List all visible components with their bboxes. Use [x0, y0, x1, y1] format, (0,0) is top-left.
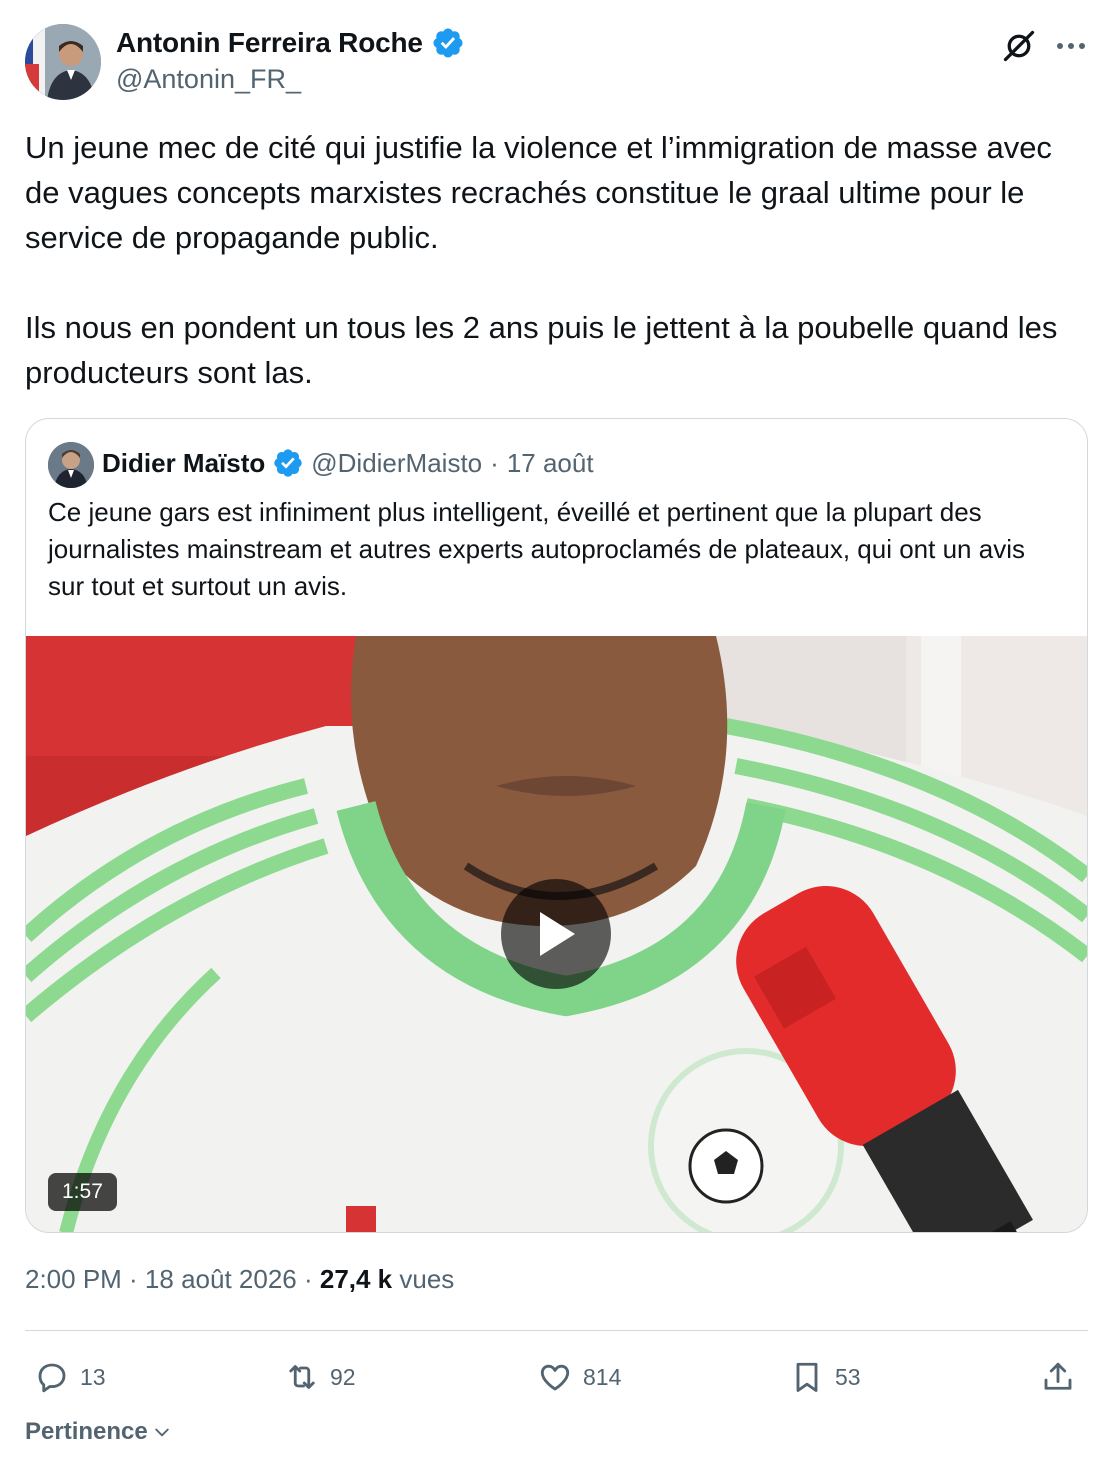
reply-count: 13 — [80, 1363, 106, 1390]
grok-icon[interactable] — [998, 26, 1040, 66]
author-name-text[interactable]: Antonin Ferreira Roche — [116, 27, 423, 59]
separator-dot: · — [490, 447, 499, 478]
author-avatar[interactable] — [25, 24, 101, 100]
chevron-down-icon — [154, 1428, 169, 1437]
quote-date[interactable]: 17 août — [507, 448, 594, 479]
repost-button[interactable]: 92 — [284, 1354, 356, 1400]
more-icon[interactable] — [1050, 26, 1092, 66]
sort-dropdown[interactable]: Pertinence — [25, 1418, 172, 1446]
repost-count: 92 — [330, 1363, 356, 1390]
bookmark-count: 53 — [835, 1363, 861, 1390]
like-count: 814 — [583, 1363, 622, 1390]
quoted-post[interactable]: Didier Maïsto @DidierMaisto · 17 août Ce… — [25, 418, 1088, 1233]
play-button[interactable] — [501, 879, 611, 989]
post-meta: 2:00 PM · 18 août 2026 · 27,4 k vues — [25, 1264, 454, 1295]
author-name[interactable]: Antonin Ferreira Roche — [116, 26, 465, 60]
post-paragraph: Ils nous en pondent un tous les 2 ans pu… — [25, 310, 1058, 390]
quote-author-avatar[interactable] — [48, 442, 94, 488]
like-button[interactable]: 814 — [537, 1354, 621, 1400]
views-count: 27,4 k — [319, 1264, 393, 1294]
post-text: Un jeune mec de cité qui justifie la vio… — [25, 125, 1090, 395]
bookmark-button[interactable]: 53 — [789, 1354, 861, 1400]
bookmark-icon — [796, 1362, 818, 1392]
reply-button[interactable]: 13 — [34, 1354, 106, 1400]
quote-author-handle[interactable]: @DidierMaisto — [311, 448, 482, 479]
avatar-photo — [48, 442, 94, 488]
views-label: vues — [392, 1264, 455, 1294]
video-duration: 1:57 — [48, 1173, 117, 1211]
divider — [25, 1330, 1088, 1331]
quote-header: Didier Maïsto @DidierMaisto · 17 août — [102, 447, 594, 479]
like-icon — [540, 1364, 570, 1391]
play-icon — [540, 912, 575, 956]
quote-author-name[interactable]: Didier Maïsto — [102, 448, 265, 479]
post-paragraph: Un jeune mec de cité qui justifie la vio… — [25, 130, 1052, 255]
repost-icon — [289, 1365, 315, 1389]
avatar-photo — [25, 24, 101, 100]
share-icon — [1044, 1362, 1072, 1390]
share-button[interactable] — [1040, 1354, 1076, 1400]
reply-icon — [38, 1363, 66, 1393]
video-player[interactable]: 1:57 — [26, 636, 1087, 1232]
verified-icon — [274, 449, 302, 477]
quote-text: Ce jeune gars est infiniment plus intell… — [48, 497, 1025, 601]
post-timestamp[interactable]: 2:00 PM · 18 août 2026 · — [25, 1264, 320, 1294]
author-handle[interactable]: @Antonin_FR_ — [116, 64, 301, 95]
sort-label: Pertinence — [25, 1418, 148, 1445]
verified-icon — [433, 28, 463, 58]
